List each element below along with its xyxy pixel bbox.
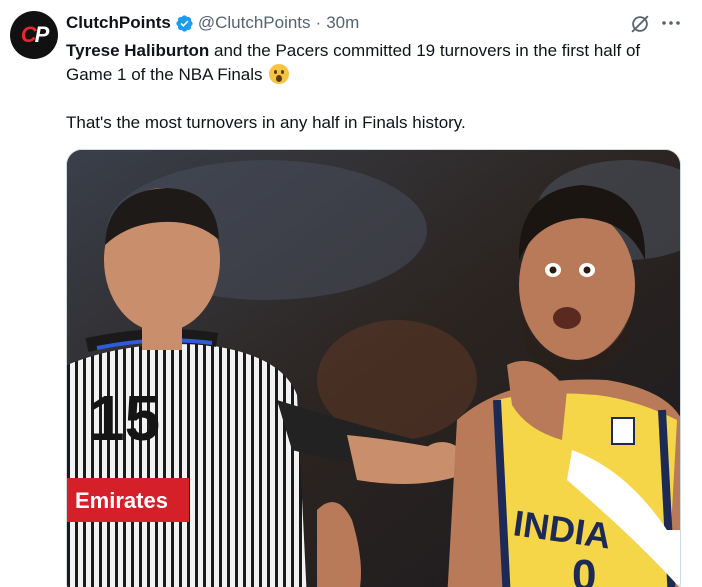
display-name[interactable]: ClutchPoints: [66, 13, 171, 33]
more-options-icon[interactable]: [659, 12, 683, 34]
tweet-text-line2: That's the most turnovers in any half in…: [66, 113, 466, 132]
timestamp[interactable]: 30m: [326, 13, 359, 33]
verified-badge-icon: [176, 14, 193, 32]
astonished-face-emoji-icon: [269, 64, 290, 84]
avatar[interactable]: CP: [10, 11, 58, 59]
grok-icon[interactable]: [629, 13, 651, 35]
jersey-number: 0: [572, 551, 596, 587]
tweet-text: Tyrese Haliburton and the Pacers committ…: [66, 39, 686, 135]
tweet-media-image[interactable]: 15 Emirates INDIA 0: [66, 149, 681, 587]
mention-link[interactable]: Tyrese Haliburton: [66, 41, 209, 60]
photo-illustration: 15 Emirates INDIA 0: [67, 150, 680, 587]
tweet-header: ClutchPoints @ClutchPoints · 30m: [66, 12, 359, 34]
tweet-paragraph-1: Tyrese Haliburton and the Pacers committ…: [66, 39, 686, 87]
referee-number: 15: [89, 382, 160, 454]
emirates-patch-text: Emirates: [75, 488, 168, 513]
clutchpoints-logo: CP: [20, 22, 50, 47]
separator: ·: [315, 13, 322, 32]
tweet[interactable]: CP ClutchPoints @ClutchPoints · 30m Tyre…: [0, 0, 702, 587]
handle[interactable]: @ClutchPoints: [198, 13, 311, 33]
